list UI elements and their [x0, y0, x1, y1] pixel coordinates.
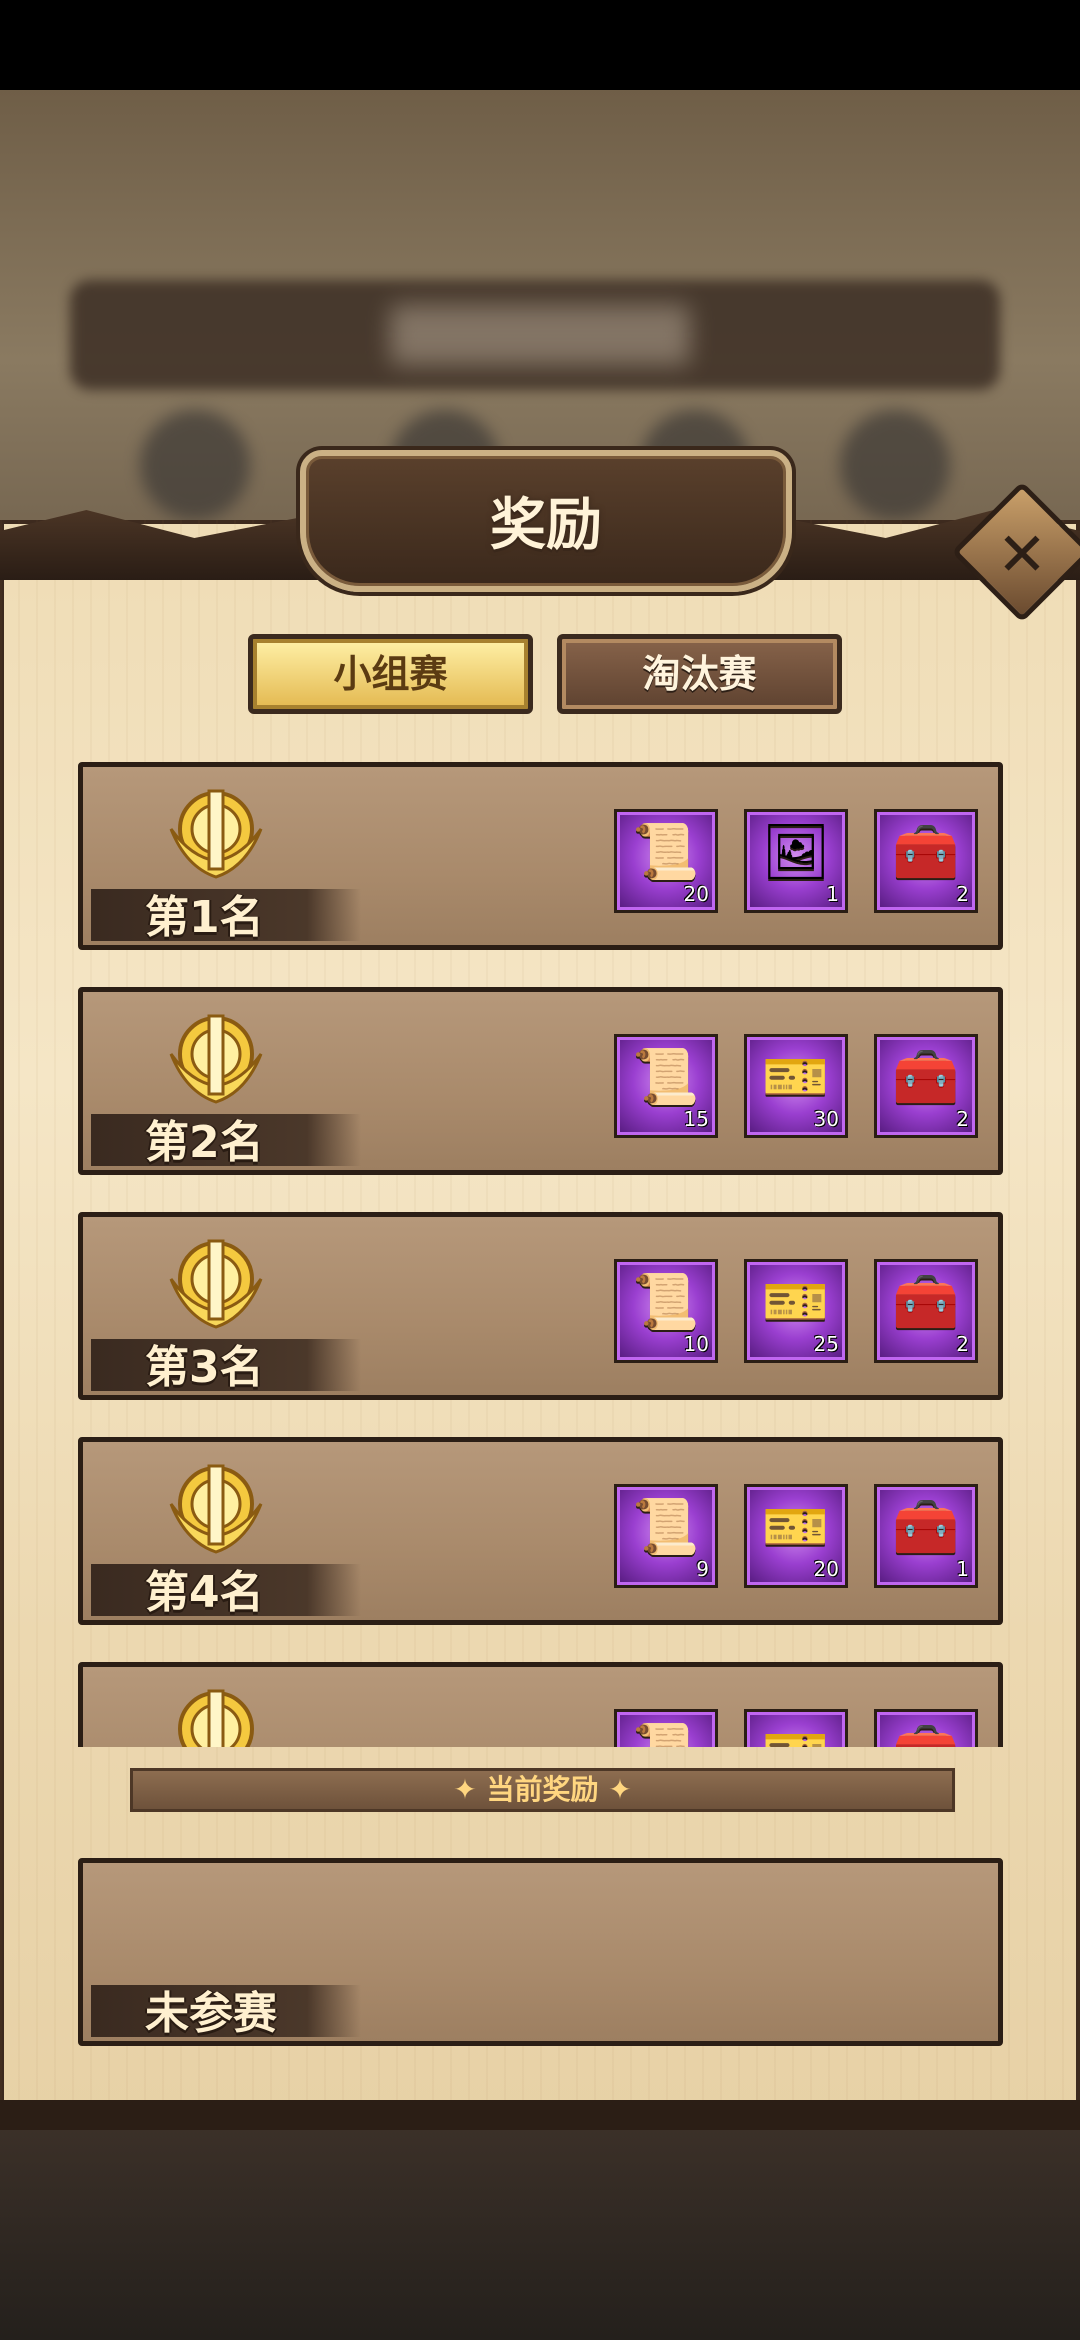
reward-item[interactable]: 🧰 2	[874, 809, 978, 913]
rank-badge-icon	[178, 1689, 254, 1747]
reward-item[interactable]: 🎫 25	[744, 1259, 848, 1363]
reward-item[interactable]: 📜 15	[614, 1034, 718, 1138]
reward-item[interactable]: 🖼 1	[744, 809, 848, 913]
rank-label: 第4名	[145, 1567, 264, 1618]
reward-item[interactable]: 📜 20	[614, 809, 718, 913]
tab-knockout[interactable]: 淘汰赛	[557, 634, 842, 714]
item-count: 10	[683, 1332, 709, 1356]
background-bottom	[0, 2130, 1080, 2340]
current-reward-row: 未参赛	[78, 1858, 1003, 2046]
frame-icon: 🖼	[761, 820, 831, 883]
reward-item[interactable]: 📜	[614, 1709, 718, 1747]
rank-label: 第2名	[145, 1117, 264, 1168]
current-status-label: 未参赛	[145, 1988, 277, 2039]
tab-group-stage[interactable]: 小组赛	[248, 634, 533, 714]
scroll-icon: 📜	[632, 1045, 700, 1108]
chest-icon: 🧰	[892, 1495, 960, 1558]
stamp-icon: 🎫	[762, 1495, 830, 1558]
rank-badge-icon	[169, 1014, 263, 1104]
reward-item[interactable]: 🧰 2	[874, 1034, 978, 1138]
rank-row-1: 第1名 📜 20 🖼 1 🧰 2	[78, 762, 1003, 950]
rank-row-2: 第2名 📜 15 🎫 30 🧰 2	[78, 987, 1003, 1175]
item-count: 1	[956, 1557, 969, 1581]
item-count: 9	[696, 1557, 709, 1581]
close-icon[interactable]: ✕	[972, 505, 1072, 605]
item-count: 20	[683, 882, 709, 906]
reward-list[interactable]: 第1名 📜 20 🖼 1 🧰 2 第2名 📜 15 🎫 30 🧰 2 第3名 📜…	[0, 755, 1080, 1747]
scroll-icon: 📜	[632, 1270, 700, 1333]
scroll-icon: 📜	[632, 820, 700, 883]
rank-badge-icon	[169, 789, 263, 879]
current-reward-text: 当前奖励	[486, 1773, 599, 1806]
chest-icon: 🧰	[877, 1720, 975, 1747]
item-count: 30	[813, 1107, 839, 1131]
scroll-icon: 📜	[617, 1720, 715, 1747]
rank-row-5: 📜 🎫 🧰	[78, 1662, 1003, 1747]
chest-icon: 🧰	[892, 1045, 960, 1108]
reward-item[interactable]: 🧰 1	[874, 1484, 978, 1588]
rank-row-3: 第3名 📜 10 🎫 25 🧰 2	[78, 1212, 1003, 1400]
background-banner-text	[390, 305, 690, 365]
rank-label: 第1名	[145, 892, 264, 943]
reward-item[interactable]: 📜 10	[614, 1259, 718, 1363]
item-count: 15	[683, 1107, 709, 1131]
scroll-icon: 📜	[632, 1495, 700, 1558]
item-count: 2	[956, 1107, 969, 1131]
stamp-icon: 🎫	[762, 1270, 830, 1333]
item-count: 20	[813, 1557, 839, 1581]
reward-item[interactable]: 🎫 20	[744, 1484, 848, 1588]
rank-row-4: 第4名 📜 9 🎫 20 🧰 1	[78, 1437, 1003, 1625]
reward-item[interactable]: 🧰 2	[874, 1259, 978, 1363]
reward-item[interactable]: 🧰	[874, 1709, 978, 1747]
reward-item[interactable]: 📜 9	[614, 1484, 718, 1588]
chest-icon: 🧰	[892, 820, 960, 883]
current-reward-label: ✦ 当前奖励 ✦	[453, 1773, 632, 1806]
item-count: 2	[956, 882, 969, 906]
item-count: 1	[826, 882, 839, 906]
stamp-icon: 🎫	[747, 1720, 845, 1747]
rank-badge-icon	[169, 1239, 263, 1329]
item-count: 2	[956, 1332, 969, 1356]
reward-item[interactable]: 🎫 30	[744, 1034, 848, 1138]
modal-title: 奖励	[490, 493, 602, 558]
chest-icon: 🧰	[892, 1270, 960, 1333]
modal-bottom-ornament	[0, 2100, 1080, 2130]
item-count: 25	[813, 1332, 839, 1356]
stamp-icon: 🎫	[762, 1045, 830, 1108]
reward-item[interactable]: 🎫	[744, 1709, 848, 1747]
rank-label: 第3名	[145, 1342, 264, 1393]
rank-badge-icon	[169, 1464, 263, 1554]
